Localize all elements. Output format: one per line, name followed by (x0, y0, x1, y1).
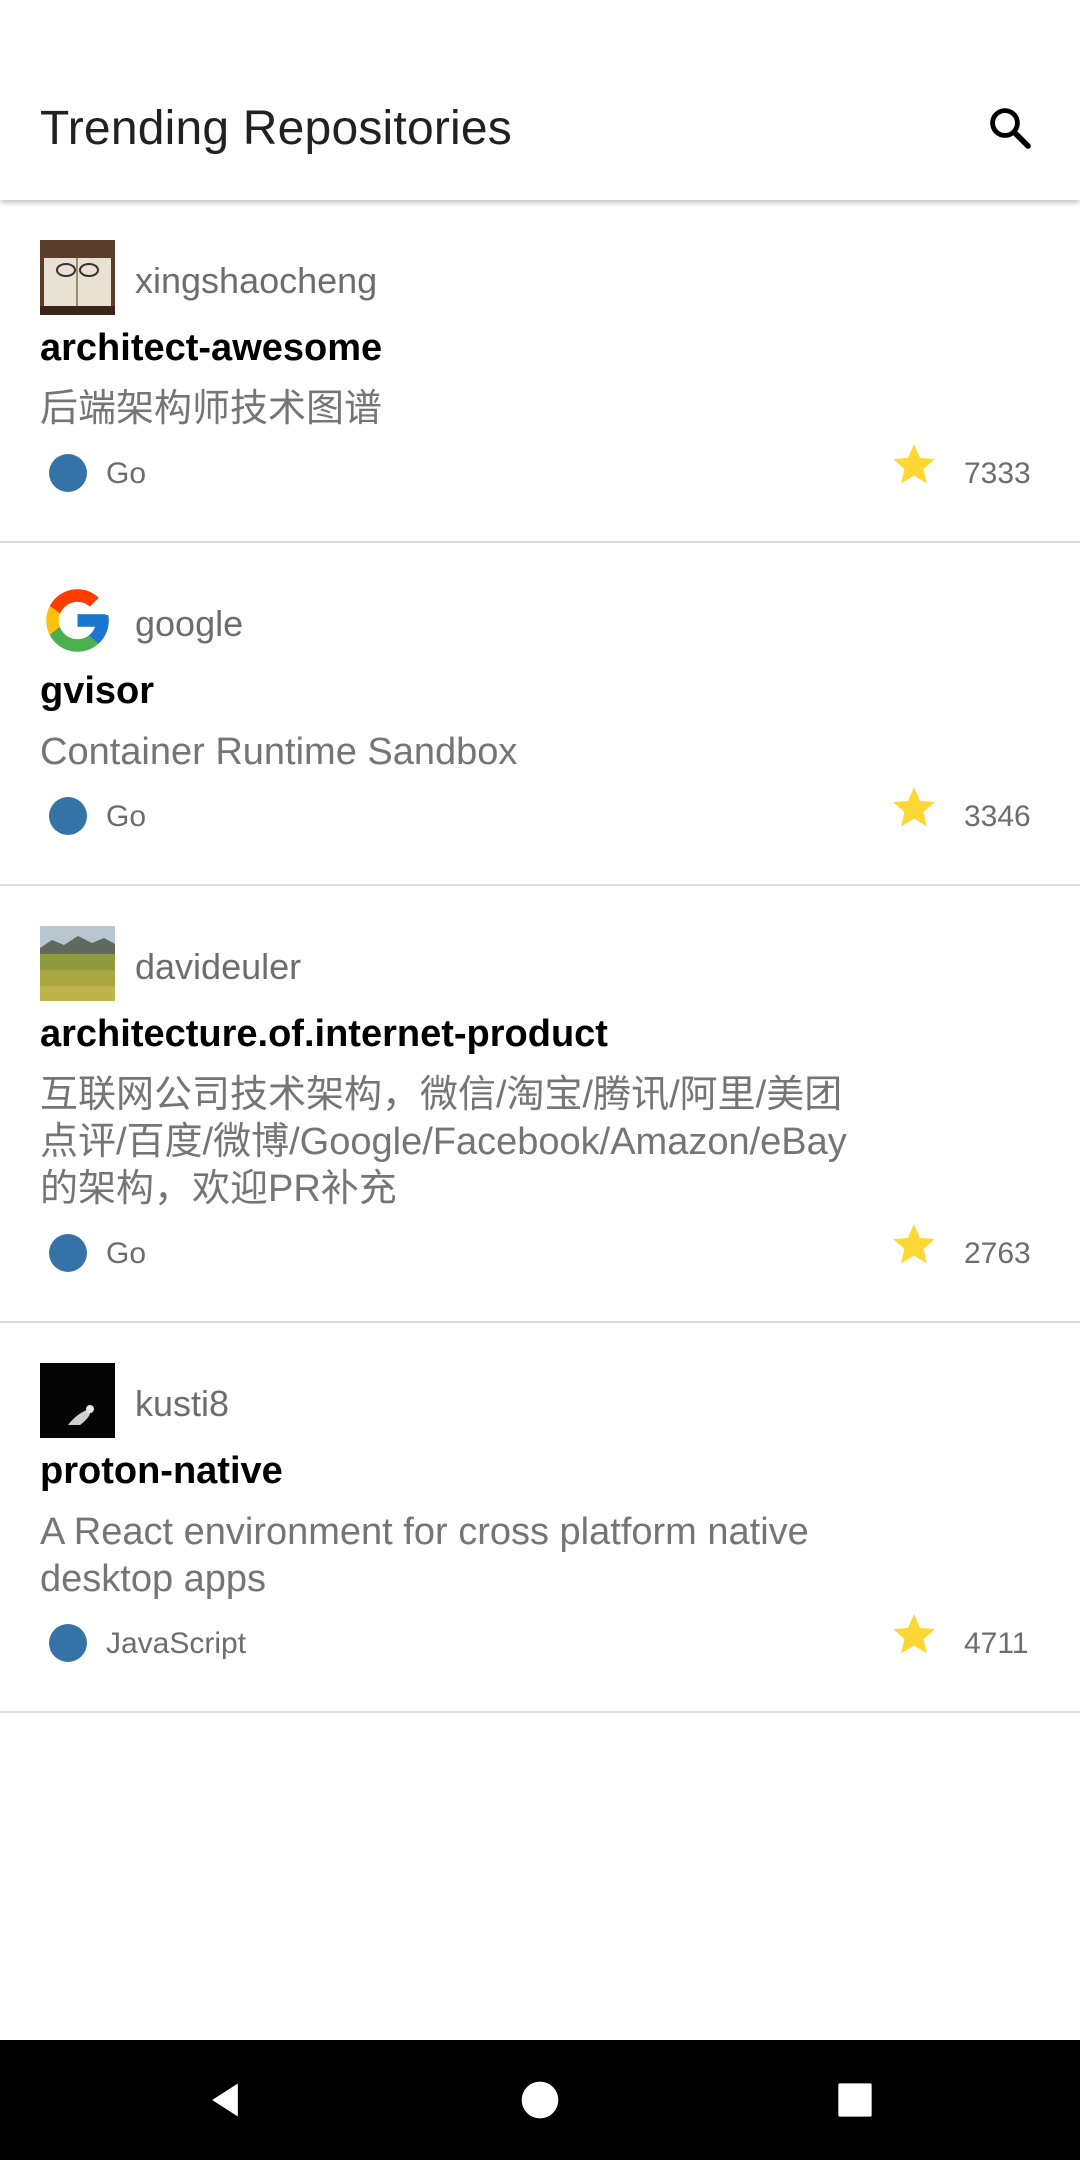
language-color-dot (49, 1234, 87, 1272)
repo-description: Container Runtime Sandbox (40, 731, 518, 773)
back-icon (212, 2083, 238, 2117)
repo-name[interactable]: architecture.of.internet-product (40, 1013, 608, 1056)
star-icon (893, 787, 935, 827)
avatar (40, 583, 115, 658)
repo-language: Go (106, 1237, 147, 1270)
repo-name[interactable]: proton-native (40, 1450, 283, 1493)
language-color-dot (49, 454, 87, 492)
avatar (40, 1363, 115, 1438)
star-icon (893, 1614, 935, 1654)
repo-language: Go (106, 457, 147, 490)
home-button[interactable] (500, 2040, 580, 2160)
app-bar: Trending Repositories (0, 0, 1080, 200)
recents-button[interactable] (815, 2040, 895, 2160)
language-color-dot (49, 797, 87, 835)
list-item[interactable]: google gvisor Container Runtime Sandbox … (0, 543, 1080, 886)
repo-name[interactable]: gvisor (40, 670, 154, 713)
language-color-dot (49, 1624, 87, 1662)
repo-description: 互联网公司技术架构，微信/淘宝/腾讯/阿里/美团 点评/百度/微博/Google… (40, 1074, 847, 1210)
repo-owner[interactable]: google (135, 603, 243, 645)
avatar (40, 926, 115, 1001)
list-item[interactable]: xingshaocheng architect-awesome 后端架构师技术图… (0, 200, 1080, 543)
star-count: 3346 (964, 800, 1031, 833)
page-title: Trending Repositories (40, 102, 512, 155)
repo-language: Go (106, 800, 147, 833)
search-icon (990, 108, 1031, 149)
recents-icon (838, 2083, 872, 2117)
home-icon (521, 2081, 559, 2119)
repo-owner[interactable]: davideuler (135, 946, 301, 988)
avatar (40, 240, 115, 315)
system-nav-bar (0, 2040, 1080, 2160)
star-count: 7333 (964, 457, 1031, 490)
list-item[interactable]: kusti8 proton-native A React environment… (0, 1323, 1080, 1713)
repo-list: xingshaocheng architect-awesome 后端架构师技术图… (0, 200, 1080, 1713)
search-button[interactable] (980, 96, 1040, 160)
repo-description: A React environment for cross platform n… (40, 1511, 809, 1600)
repo-owner[interactable]: kusti8 (135, 1383, 229, 1425)
repo-name[interactable]: architect-awesome (40, 327, 382, 370)
star-icon (893, 444, 935, 484)
repo-language: JavaScript (106, 1627, 247, 1660)
repo-description: 后端架构师技术图谱 (40, 388, 383, 430)
star-icon (893, 1224, 935, 1264)
star-count: 4711 (964, 1627, 1029, 1660)
back-button[interactable] (185, 2040, 265, 2160)
star-count: 2763 (964, 1237, 1031, 1270)
repo-owner[interactable]: xingshaocheng (135, 260, 377, 302)
list-item[interactable]: davideuler architecture.of.internet-prod… (0, 886, 1080, 1323)
